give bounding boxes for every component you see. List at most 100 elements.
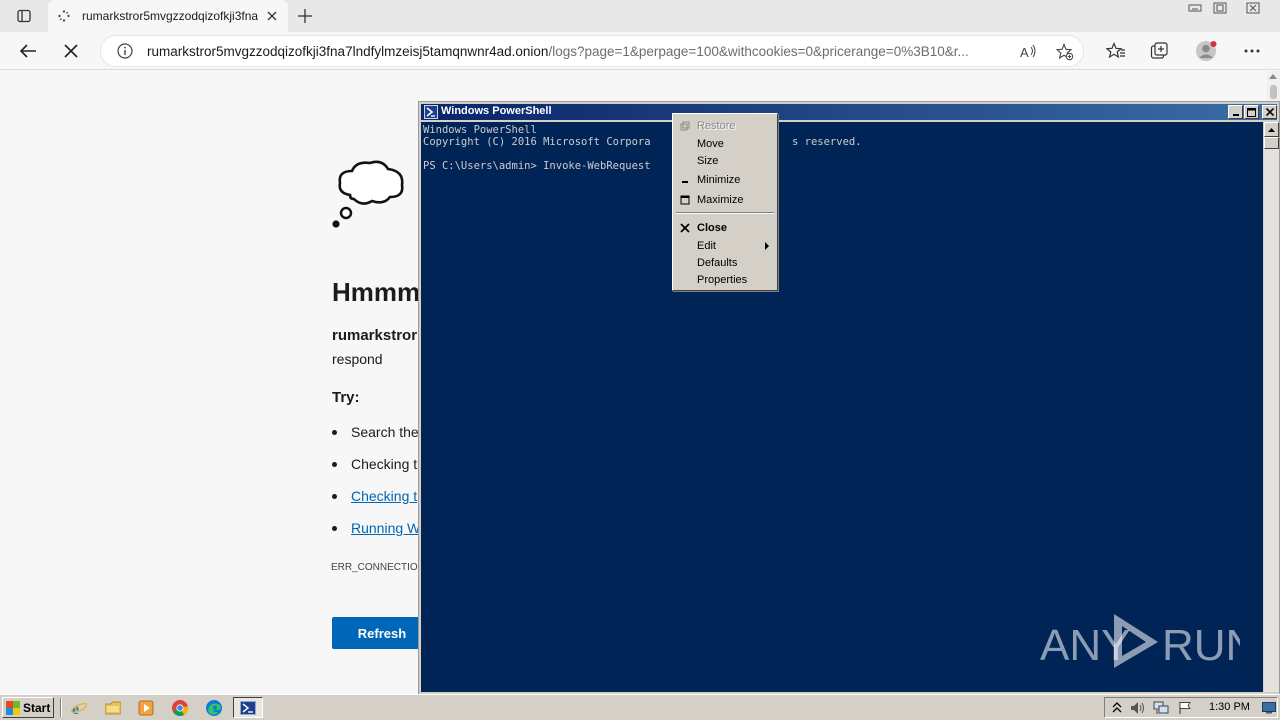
bullet <box>332 493 337 499</box>
menu-item-label: Defaults <box>697 256 738 269</box>
screen: rumarkstror5mvgzzodqizofkji3fna7lndfylmz… <box>0 0 1280 720</box>
submenu-arrow-icon <box>765 242 769 250</box>
taskbar-powershell-button[interactable] <box>233 697 263 718</box>
show-hidden-icons-icon[interactable] <box>1109 700 1125 716</box>
error-code: ERR_CONNECTION <box>331 562 425 573</box>
maximize-icon <box>678 191 692 208</box>
restore-icon <box>678 117 692 134</box>
powershell-title: Windows PowerShell <box>441 105 552 117</box>
suggestion-item: Search the <box>332 424 419 440</box>
menu-item-label: Move <box>697 137 724 150</box>
show-desktop-icon[interactable] <box>1261 700 1277 716</box>
bullet <box>332 429 337 435</box>
url-host: rumarkstror5mvgzzodqizofkji3fna7lndfylmz… <box>147 43 549 59</box>
back-arrow-icon[interactable] <box>15 38 41 64</box>
menu-item-label: Restore <box>697 119 736 132</box>
new-tab-icon[interactable] <box>294 6 316 26</box>
suggestion-item: Checking t <box>332 456 417 472</box>
menu-item-maximize[interactable]: Maximize <box>675 191 775 208</box>
taskbar: Start e 1:30 PM <box>0 694 1280 720</box>
ps-scroll-up-icon[interactable] <box>1264 122 1279 137</box>
suggestion-link[interactable]: Running W <box>351 520 420 536</box>
system-tray: 1:30 PM <box>1104 697 1278 718</box>
stop-loading-icon[interactable] <box>58 38 84 64</box>
internet-explorer-icon[interactable]: e <box>70 699 88 717</box>
powershell-titlebar[interactable]: Windows PowerShell <box>421 104 1277 120</box>
watermark-play-icon <box>1114 614 1158 668</box>
suggestion-item: Checking t <box>332 488 417 504</box>
chrome-icon[interactable] <box>171 699 189 717</box>
url-path: /logs?page=1&perpage=100&withcookies=0&p… <box>548 43 969 59</box>
menu-item-size[interactable]: Size <box>675 152 775 169</box>
menu-item-label: Minimize <box>697 173 741 186</box>
minimize-icon <box>678 171 692 188</box>
edge-icon[interactable] <box>205 699 223 717</box>
menu-item-defaults[interactable]: Defaults <box>675 254 775 271</box>
tab-close-icon[interactable] <box>264 8 280 24</box>
svg-text:A: A <box>1020 45 1029 60</box>
suggestion-text: Checking t <box>351 456 418 472</box>
settings-more-icon[interactable] <box>1239 38 1265 64</box>
close-icon <box>678 219 692 236</box>
file-explorer-icon[interactable] <box>104 699 122 717</box>
suggestion-item: Running W <box>332 520 420 536</box>
browser-tabstrip: rumarkstror5mvgzzodqizofkji3fna7lndfylmz… <box>0 0 1280 32</box>
error-host: rumarkstror <box>332 327 418 344</box>
favorites-icon[interactable] <box>1103 38 1129 64</box>
scroll-up-arrow-icon[interactable] <box>1269 74 1277 79</box>
ps-minimize-icon[interactable] <box>1228 105 1243 119</box>
suggestion-link[interactable]: Checking t <box>351 488 417 504</box>
url-text[interactable]: rumarkstror5mvgzzodqizofkji3fna7lndfylmz… <box>147 44 1007 59</box>
collections-icon[interactable] <box>1147 38 1173 64</box>
volume-icon[interactable] <box>1130 700 1146 716</box>
browser-toolbar: rumarkstror5mvgzzodqizofkji3fna7lndfylmz… <box>0 32 1280 70</box>
bullet <box>332 525 337 531</box>
ps-scrollbar[interactable] <box>1264 122 1279 692</box>
ps-scroll-thumb[interactable] <box>1264 137 1279 149</box>
menu-item-label: Edit <box>697 239 716 252</box>
tab-title: rumarkstror5mvgzzodqizofkji3fna7lndfylmz… <box>82 9 258 23</box>
menu-item-move[interactable]: Move <box>675 135 775 152</box>
browser-close-icon[interactable] <box>1242 0 1264 16</box>
console-line: Windows PowerShell <box>423 124 537 136</box>
site-info-icon[interactable] <box>115 41 135 61</box>
menu-separator <box>676 212 774 214</box>
menu-item-properties[interactable]: Properties <box>675 271 775 288</box>
console-line-tail: s reserved. <box>792 136 862 148</box>
profile-avatar-icon[interactable] <box>1193 38 1219 64</box>
console-line: Copyright (C) 2016 Microsoft Corpora <box>423 136 651 148</box>
read-aloud-icon[interactable]: A <box>1018 41 1040 63</box>
watermark-right: RUN <box>1162 621 1240 670</box>
console-prompt-line: PS C:\Users\admin> Invoke-WebRequest <box>423 160 651 172</box>
menu-item-edit[interactable]: Edit <box>675 237 775 254</box>
menu-item-restore[interactable]: Restore <box>675 117 775 134</box>
menu-item-label: Maximize <box>697 193 744 206</box>
add-favorite-icon[interactable] <box>1054 41 1076 63</box>
suggestion-text: Search the <box>351 424 419 440</box>
menu-item-minimize[interactable]: Minimize <box>675 171 775 188</box>
scroll-thumb[interactable] <box>1270 85 1277 99</box>
network-icon[interactable] <box>1153 700 1169 716</box>
start-label: Start <box>23 700 51 715</box>
action-center-flag-icon[interactable] <box>1177 700 1193 716</box>
start-button[interactable]: Start <box>2 697 54 718</box>
taskbar-separator <box>60 698 62 717</box>
browser-minimize-icon[interactable] <box>1184 0 1206 16</box>
browser-restore-icon[interactable] <box>1209 0 1231 16</box>
ps-maximize-icon[interactable] <box>1244 105 1259 119</box>
refresh-button[interactable]: Refresh <box>332 617 432 649</box>
address-bar[interactable]: rumarkstror5mvgzzodqizofkji3fna7lndfylmz… <box>100 35 1084 67</box>
loading-icon <box>56 8 72 24</box>
bullet <box>332 461 337 467</box>
browser-tab[interactable]: rumarkstror5mvgzzodqizofkji3fna7lndfylmz… <box>48 0 288 32</box>
ps-close-icon[interactable] <box>1262 105 1277 119</box>
media-player-icon[interactable] <box>137 699 155 717</box>
powershell-icon[interactable] <box>424 105 438 119</box>
windows-logo-icon <box>6 700 20 715</box>
clock[interactable]: 1:30 PM <box>1209 701 1250 713</box>
menu-item-close[interactable]: Close <box>675 219 775 236</box>
tab-actions-icon[interactable] <box>10 6 38 26</box>
try-label: Try: <box>332 389 360 406</box>
anyrun-watermark: ANY RUN <box>1040 614 1240 670</box>
menu-item-label: Close <box>697 221 727 234</box>
